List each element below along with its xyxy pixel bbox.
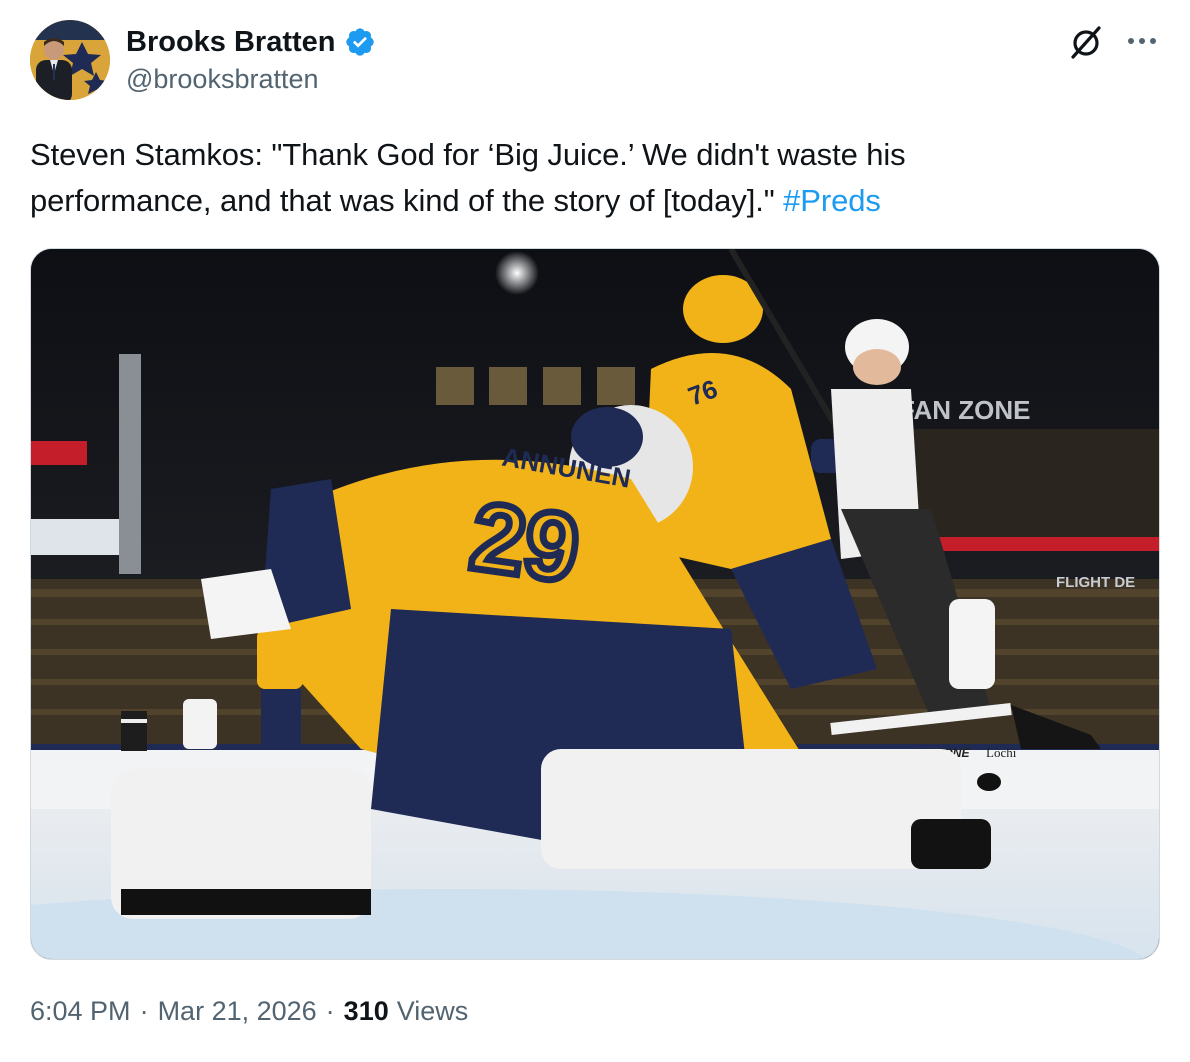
svg-text:29: 29 xyxy=(465,482,586,603)
meta-separator: · xyxy=(325,996,335,1026)
author-display-name[interactable]: Brooks Bratten xyxy=(126,26,336,59)
author-avatar[interactable] xyxy=(30,20,110,100)
svg-text:FLIGHT DE: FLIGHT DE xyxy=(1056,574,1135,591)
grok-icon[interactable] xyxy=(1066,22,1106,62)
tweet-text-line-2: performance, and that was kind of the st… xyxy=(30,178,1150,224)
tweet-text-line-1: Steven Stamkos: "Thank God for ‘Big Juic… xyxy=(30,137,906,172)
author-name-row: Brooks Bratten xyxy=(126,24,376,60)
meta-separator: · xyxy=(139,996,149,1026)
hashtag-preds-link[interactable]: #Preds xyxy=(783,183,881,218)
views-count: 310 xyxy=(343,996,389,1026)
avatar-photo-icon xyxy=(30,20,110,100)
tweet-text-line-2-body: performance, and that was kind of the st… xyxy=(30,183,784,218)
tweet-text: Steven Stamkos: "Thank God for ‘Big Juic… xyxy=(30,132,1150,224)
verified-badge-icon xyxy=(345,28,374,56)
more-options-icon[interactable] xyxy=(1124,26,1160,56)
tweet-time-link[interactable]: 6:04 PM xyxy=(30,996,131,1027)
tweet-meta: 6:04 PM · Mar 21, 2026 · 310 Views xyxy=(30,996,468,1027)
hockey-photo-icon: FAN ZONE FLIGHT DE GESTONE Lochi xyxy=(31,249,1159,959)
tweet-date-link[interactable]: Mar 21, 2026 xyxy=(158,996,317,1027)
tweet-media-photo[interactable]: FAN ZONE FLIGHT DE GESTONE Lochi xyxy=(30,248,1160,960)
author-handle[interactable]: @brooksbratten xyxy=(126,64,319,95)
views-label: Views xyxy=(396,996,469,1026)
tweet-card: Brooks Bratten @brooksbratten Steven Sta… xyxy=(0,0,1190,1062)
svg-text:FAN ZONE: FAN ZONE xyxy=(899,395,1030,425)
svg-text:Lochi: Lochi xyxy=(986,745,1017,760)
